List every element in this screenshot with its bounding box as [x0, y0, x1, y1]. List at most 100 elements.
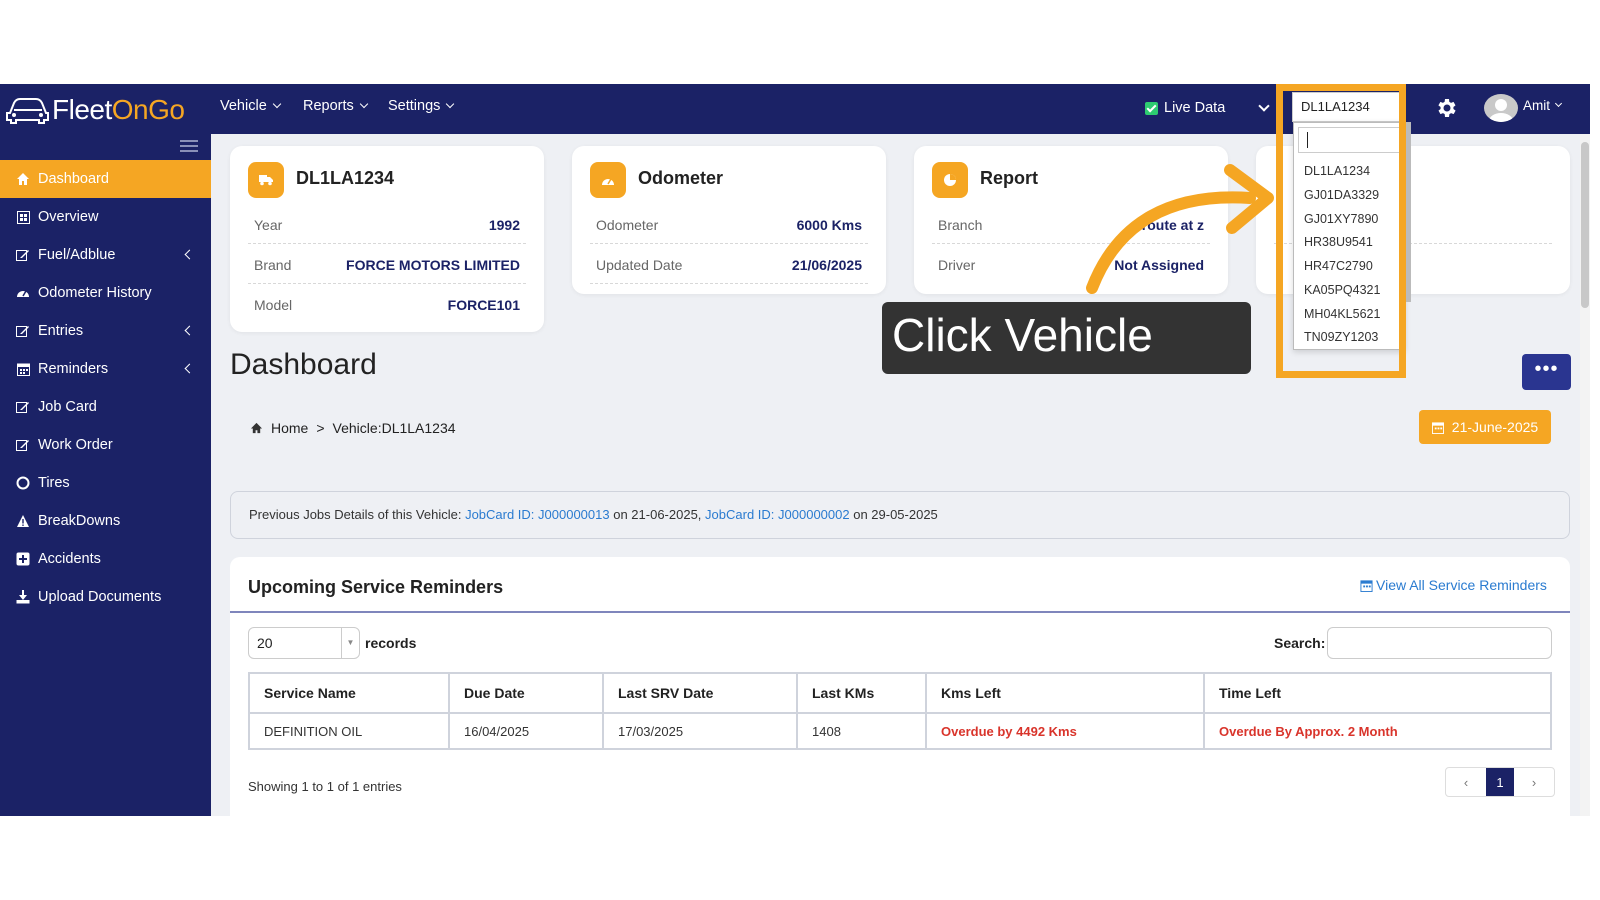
pagination: ‹ 1 › — [1445, 767, 1555, 797]
chevron-left-icon — [184, 249, 195, 260]
gauge-icon — [16, 286, 30, 300]
chevron-down-icon — [1554, 99, 1563, 108]
live-data-toggle[interactable]: Live Data — [1145, 100, 1225, 116]
vehicle-model-row: Model FORCE101 — [248, 286, 526, 324]
jobcard-link[interactable]: JobCard ID: J000000013 — [465, 507, 610, 522]
row-label: Model — [254, 297, 293, 313]
circle-icon — [16, 476, 30, 490]
vehicle-brand-row: Brand FORCE MOTORS LIMITED — [248, 246, 526, 284]
sidebar-item-overview[interactable]: Overview — [0, 198, 211, 236]
breadcrumb-bar: Home > Vehicle:DL1LA1234 21-June-2025 — [230, 398, 1570, 458]
records-value: 20 — [257, 635, 273, 651]
home-icon — [250, 422, 263, 434]
column-header[interactable]: Due Date — [448, 672, 604, 714]
column-header[interactable]: Last KMs — [796, 672, 927, 714]
sidebar-item-dashboard[interactable]: Dashboard — [0, 160, 211, 198]
chevron-down-icon — [446, 99, 455, 109]
sidebar-item-work-order[interactable]: Work Order — [0, 426, 211, 464]
breadcrumb: Home > Vehicle:DL1LA1234 — [250, 420, 456, 436]
updated-date-row: Updated Date 21/06/2025 — [590, 246, 868, 284]
row-label: Year — [254, 216, 283, 233]
search-input[interactable] — [1327, 627, 1552, 659]
sidebar-item-tires[interactable]: Tires — [0, 464, 211, 502]
row-value: FORCE MOTORS LIMITED — [346, 256, 520, 273]
vehicle-year-row: Year 1992 — [248, 206, 526, 244]
jobcard-link[interactable]: JobCard ID: J000000002 — [705, 507, 850, 522]
edit-icon — [16, 324, 30, 338]
records-per-page-select[interactable]: 20 ▼ — [248, 627, 360, 659]
gauge-icon — [590, 162, 626, 198]
pagination-next[interactable]: › — [1514, 768, 1554, 796]
cell-last-srv-date: 17/03/2025 — [602, 712, 798, 750]
row-label: Brand — [254, 256, 292, 273]
report-card-title: Report — [980, 168, 1038, 188]
grid-icon — [16, 210, 30, 224]
sidebar-item-label: Fuel/Adblue — [38, 247, 116, 263]
nav-reports[interactable]: Reports — [303, 98, 369, 114]
row-value: 1992 — [488, 216, 520, 233]
sidebar-item-entries[interactable]: Entries — [0, 312, 211, 350]
home-icon — [16, 172, 30, 186]
edit-icon — [16, 438, 30, 452]
table-row: DEFINITION OIL 16/04/2025 17/03/2025 140… — [248, 712, 1552, 750]
sidebar-item-breakdowns[interactable]: BreakDowns — [0, 502, 211, 540]
breadcrumb-home[interactable]: Home — [271, 420, 308, 436]
column-header[interactable]: Service Name — [248, 672, 450, 714]
row-label: Driver — [938, 257, 976, 273]
avatar[interactable] — [1484, 94, 1518, 122]
chevron-down-icon[interactable] — [1258, 100, 1270, 112]
sidebar-item-reminders[interactable]: Reminders — [0, 350, 211, 388]
sidebar-item-label: Tires — [38, 475, 70, 491]
column-header[interactable]: Kms Left — [925, 672, 1205, 714]
date-button[interactable]: 21-June-2025 — [1419, 410, 1551, 444]
caret-down-icon: ▼ — [341, 628, 359, 658]
view-all-label: View All Service Reminders — [1376, 577, 1547, 593]
brand-name-part2: OnGo — [111, 94, 185, 125]
pagination-prev[interactable]: ‹ — [1446, 768, 1486, 796]
chevron-down-icon — [359, 99, 369, 109]
edit-icon — [16, 400, 30, 414]
date-button-label: 21-June-2025 — [1451, 419, 1539, 435]
service-reminders-panel: Upcoming Service Reminders View All Serv… — [230, 557, 1570, 816]
car-logo-icon — [6, 98, 49, 124]
column-header[interactable]: Last SRV Date — [602, 672, 798, 714]
entries-info: Showing 1 to 1 of 1 entries — [248, 779, 402, 794]
live-data-label: Live Data — [1164, 100, 1226, 116]
previous-jobs-panel: Previous Jobs Details of this Vehicle: J… — [230, 491, 1570, 539]
user-menu[interactable]: Amit — [1523, 98, 1563, 113]
sidebar-item-accidents[interactable]: Accidents — [0, 540, 211, 578]
sidebar-item-label: Accidents — [38, 551, 101, 567]
sidebar-item-upload-documents[interactable]: Upload Documents — [0, 578, 211, 616]
tutorial-callout: Click Vehicle — [882, 302, 1251, 374]
checkbox-checked-icon[interactable] — [1145, 101, 1158, 115]
cell-kms-left: Overdue by 4492 Kms — [925, 712, 1205, 750]
breadcrumb-current: Vehicle:DL1LA1234 — [332, 420, 456, 436]
brand-logo[interactable]: Fleet OnGo — [4, 90, 185, 130]
section-title: Upcoming Service Reminders — [248, 577, 504, 597]
scrollbar-thumb[interactable] — [1581, 142, 1589, 308]
breadcrumb-separator: > — [316, 420, 325, 436]
previous-jobs-prefix: Previous Jobs Details of this Vehicle: — [249, 507, 462, 522]
pagination-page[interactable]: 1 — [1486, 768, 1514, 796]
table-header-row: Service Name Due Date Last SRV Date Last… — [248, 672, 1552, 714]
nav-settings[interactable]: Settings — [388, 98, 455, 114]
pie-chart-icon — [932, 162, 968, 198]
edit-icon — [16, 248, 30, 262]
column-header[interactable]: Time Left — [1203, 672, 1552, 714]
more-options-button[interactable]: ••• — [1522, 354, 1571, 390]
hamburger-icon[interactable] — [180, 140, 198, 152]
user-name: Amit — [1523, 98, 1550, 113]
odometer-card-title: Odometer — [638, 168, 724, 188]
chevron-down-icon — [272, 99, 282, 109]
sidebar-item-fuel-adblue[interactable]: Fuel/Adblue — [0, 236, 211, 274]
curved-arrow-icon — [1086, 164, 1274, 294]
sidebar-item-label: Work Order — [38, 437, 113, 453]
sidebar-item-odometer-history[interactable]: Odometer History — [0, 274, 211, 312]
view-all-reminders-link[interactable]: View All Service Reminders — [1360, 577, 1547, 593]
previous-jobs-date: on 21-06-2025, — [613, 507, 702, 522]
sidebar-item-job-card[interactable]: Job Card — [0, 388, 211, 426]
nav-vehicle[interactable]: Vehicle — [220, 98, 282, 114]
gear-icon[interactable] — [1434, 96, 1458, 120]
divider — [230, 611, 1570, 613]
page-title: Dashboard — [230, 348, 377, 381]
